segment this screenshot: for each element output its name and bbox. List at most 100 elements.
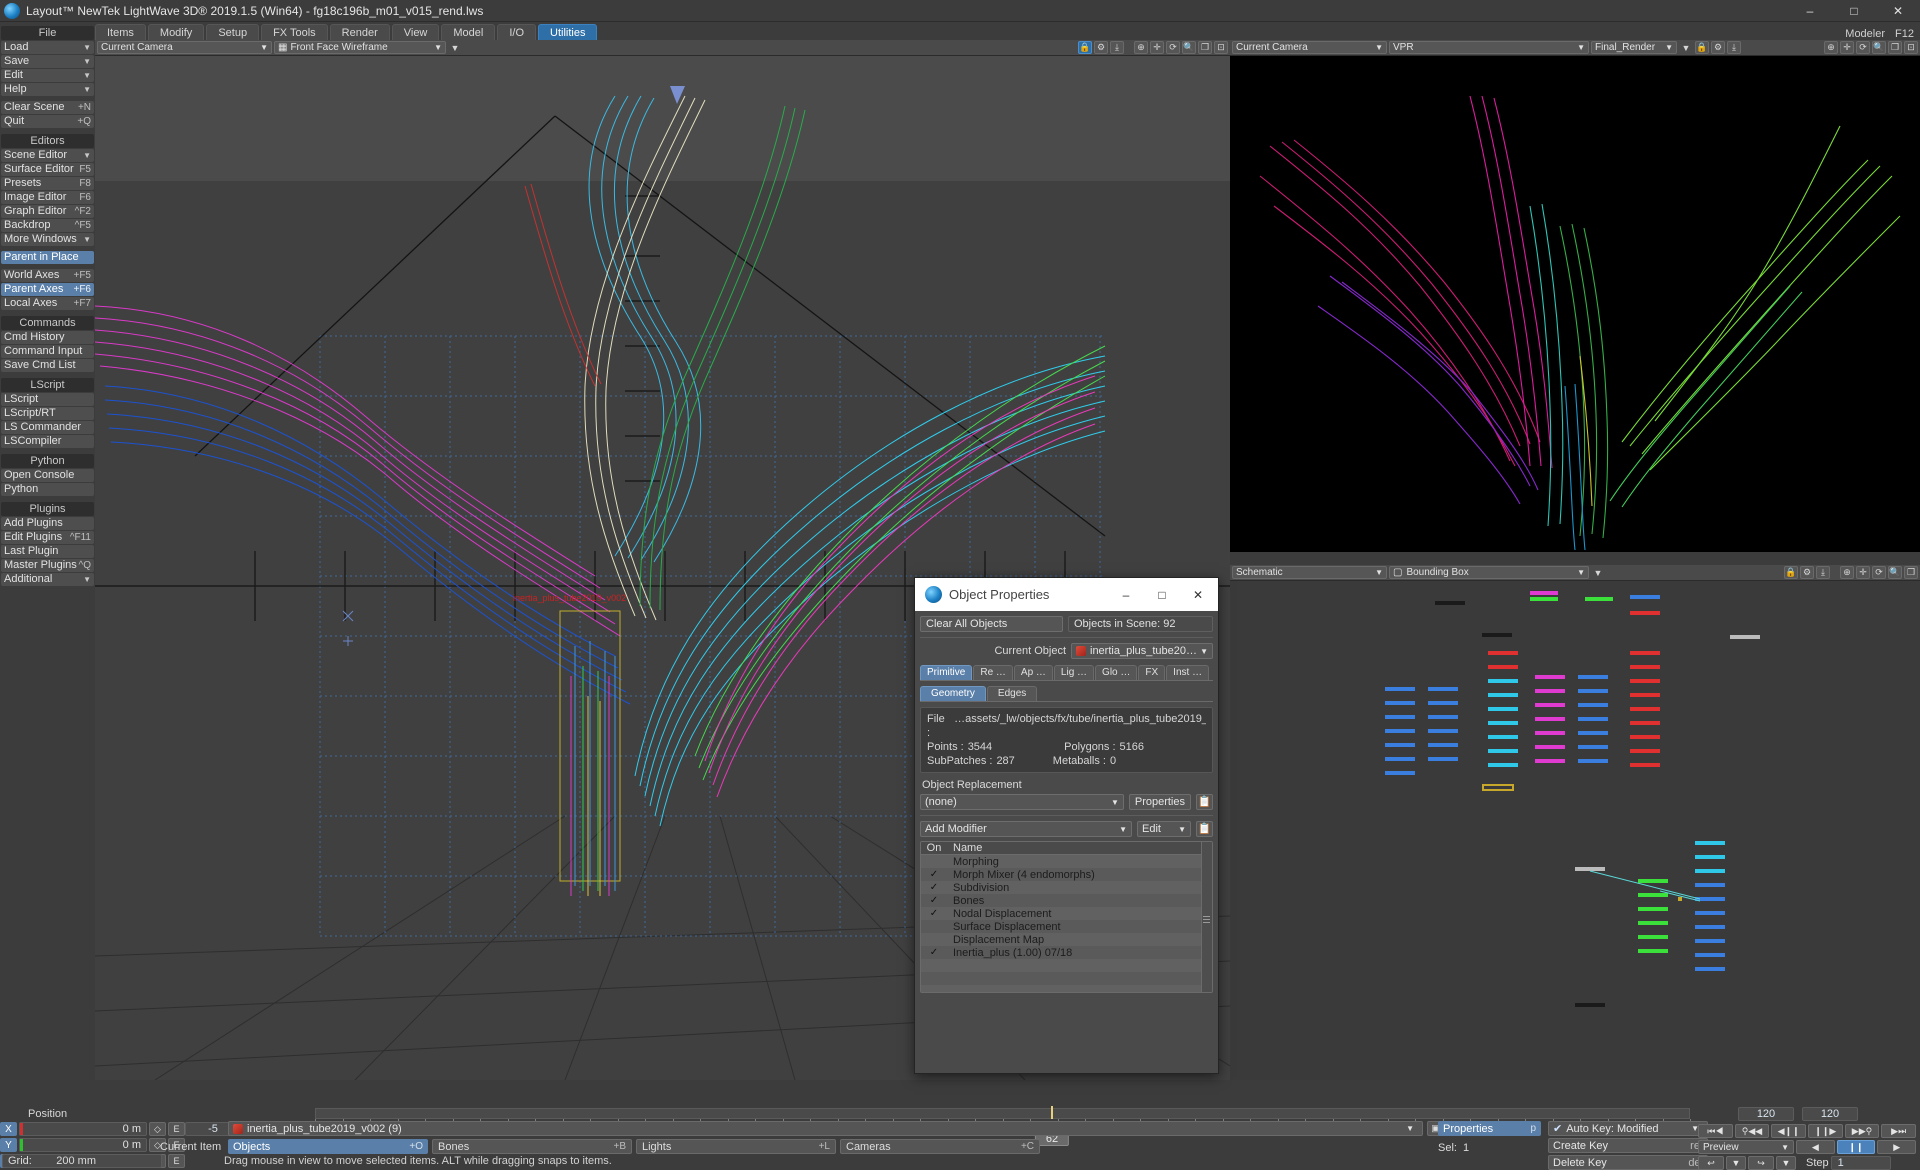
properties-button[interactable]: Properties p — [1438, 1121, 1541, 1136]
sidebar-item-parent-in-place[interactable]: Parent in Place — [1, 251, 94, 264]
selection-tab-bones[interactable]: Bones +B — [432, 1139, 632, 1154]
frame-end-field-1[interactable]: 120 — [1738, 1107, 1794, 1121]
dialog-tab-ap-[interactable]: Ap … — [1013, 665, 1053, 680]
axis-y-value[interactable]: 0 m — [19, 1138, 147, 1152]
redo-chevron-icon[interactable]: ▼ — [1776, 1156, 1796, 1170]
delete-key-button[interactable]: Delete Key del — [1548, 1155, 1708, 1170]
go-to-start-icon[interactable]: ⏮◀ — [1698, 1124, 1733, 1138]
main-viewport-display-select[interactable]: ▦ Front Face Wireframe ▼ — [274, 41, 446, 54]
menu-tab-fx-tools[interactable]: FX Tools — [261, 24, 328, 40]
render-viewport-options-chevron[interactable]: ▼ — [1679, 41, 1693, 54]
schematic-viewport-display-select[interactable]: ▢ Bounding Box ▼ — [1389, 566, 1589, 579]
sidebar-item-graph-editor[interactable]: Graph Editor ^F2 — [1, 205, 94, 218]
add-modifier-select[interactable]: Add Modifier ▼ — [920, 821, 1132, 837]
zoom-view-icon[interactable]: 🔍 — [1888, 566, 1902, 579]
rotate-view-icon[interactable]: ⊕ — [1134, 41, 1148, 54]
zoom-view-icon[interactable]: 🔍 — [1872, 41, 1886, 54]
gear-icon[interactable]: ⚙ — [1711, 41, 1725, 54]
menu-tab-i-o[interactable]: I/O — [497, 24, 537, 40]
rotate-view-icon[interactable]: ⊕ — [1824, 41, 1838, 54]
axis-x-toggle[interactable]: X — [0, 1122, 17, 1136]
scrollbar-grip[interactable] — [1203, 914, 1210, 925]
axis-x-nudge-icon[interactable]: ◇ — [149, 1122, 166, 1136]
sidebar-item-python[interactable]: Python — [1, 483, 94, 496]
sidebar-item-open-console[interactable]: Open Console — [1, 469, 94, 482]
sidebar-item-lscript-rt[interactable]: LScript/RT — [1, 407, 94, 420]
main-viewport-camera-select[interactable]: Current Camera ▼ — [97, 41, 272, 54]
menu-tab-render[interactable]: Render — [329, 24, 390, 40]
dialog-tab-inst-[interactable]: Inst … — [1166, 665, 1210, 680]
table-row[interactable]: ✓ Nodal Displacement — [921, 907, 1212, 920]
modeler-label[interactable]: Modeler — [1845, 28, 1885, 40]
sidebar-item-additional[interactable]: Additional ▼ — [1, 573, 94, 586]
undo-chevron-icon[interactable]: ▼ — [1726, 1156, 1746, 1170]
dialog-subtab-geometry[interactable]: Geometry — [920, 686, 986, 701]
selection-tab-lights[interactable]: Lights +L — [636, 1139, 836, 1154]
pan-view-icon[interactable]: ✛ — [1840, 41, 1854, 54]
prev-key-icon[interactable]: ⚲◀◀ — [1734, 1124, 1770, 1138]
modifier-table-scrollbar[interactable] — [1201, 842, 1212, 992]
clipboard-icon[interactable]: 📋 — [1196, 794, 1213, 810]
step-field[interactable]: 1 — [1830, 1156, 1891, 1170]
create-key-button[interactable]: Create Key ret — [1548, 1138, 1708, 1153]
close-button[interactable]: ✕ — [1876, 0, 1920, 22]
dialog-minimize-button[interactable]: – — [1108, 578, 1144, 611]
orbit-view-icon[interactable]: ⟳ — [1872, 566, 1886, 579]
frame-end-field-2[interactable]: 120 — [1802, 1107, 1858, 1121]
sidebar-item-parent-axes[interactable]: Parent Axes +F6 — [1, 283, 94, 296]
dialog-maximize-button[interactable]: □ — [1144, 578, 1180, 611]
table-row[interactable] — [921, 985, 1212, 992]
redo-icon[interactable]: ↪ — [1748, 1156, 1774, 1170]
selection-tab-cameras[interactable]: Cameras +C — [840, 1139, 1040, 1154]
table-row[interactable]: Displacement Map — [921, 933, 1212, 946]
sidebar-item-help[interactable]: Help ▼ — [1, 83, 94, 96]
timeline-playhead[interactable] — [1051, 1106, 1053, 1119]
lock-icon[interactable]: 🔒 — [1695, 41, 1709, 54]
clipboard-icon[interactable]: 📋 — [1196, 821, 1213, 837]
dialog-tab-lig-[interactable]: Lig … — [1053, 665, 1095, 680]
gear-icon[interactable]: ⚙ — [1094, 41, 1108, 54]
preview-select[interactable]: Preview ▼ — [1698, 1140, 1794, 1154]
menu-tab-model[interactable]: Model — [441, 24, 496, 40]
sidebar-item-master-plugins[interactable]: Master Plugins ^Q — [1, 559, 94, 572]
dialog-tab-primitive[interactable]: Primitive — [920, 665, 973, 680]
dialog-subtab-edges[interactable]: Edges — [986, 686, 1038, 701]
table-row[interactable]: Surface Displacement — [921, 920, 1212, 933]
clear-all-objects-button[interactable]: Clear All Objects — [920, 616, 1063, 632]
table-row[interactable]: ✓ Morph Mixer (4 endomorphs) — [921, 868, 1212, 881]
zoom-view-icon[interactable]: 🔍 — [1182, 41, 1196, 54]
auto-key-select[interactable]: ✔ Auto Key: Modified ▼ — [1548, 1121, 1708, 1136]
current-item-select[interactable]: inertia_plus_tube2019_v002 (9) ▼ — [228, 1121, 1423, 1136]
modifier-enabled-checkbox[interactable]: ✓ — [921, 947, 947, 958]
step-back-icon[interactable]: ◀❙❙ — [1771, 1124, 1807, 1138]
menu-tab-view[interactable]: View — [391, 24, 440, 40]
orbit-view-icon[interactable]: ⟳ — [1166, 41, 1180, 54]
sidebar-item-clear-scene[interactable]: Clear Scene +N — [1, 101, 94, 114]
sidebar-item-lscompiler[interactable]: LSCompiler — [1, 435, 94, 448]
render-viewport-camera-select[interactable]: Current Camera ▼ — [1232, 41, 1387, 54]
modifier-edit-select[interactable]: Edit ▼ — [1137, 821, 1191, 837]
sidebar-item-lscript[interactable]: LScript — [1, 393, 94, 406]
sidebar-item-edit[interactable]: Edit ▼ — [1, 69, 94, 82]
modifier-enabled-checkbox[interactable]: ✓ — [921, 908, 947, 919]
fit-view-icon[interactable]: ⊡ — [1904, 41, 1918, 54]
save-snapshot-icon[interactable]: ⤓ — [1727, 41, 1741, 54]
sidebar-item-save-cmd-list[interactable]: Save Cmd List — [1, 359, 94, 372]
schematic-viewport-view-select[interactable]: Schematic ▼ — [1232, 566, 1387, 579]
sidebar-item-save[interactable]: Save ▼ — [1, 55, 94, 68]
pause-button[interactable]: ❙❙ — [1836, 1140, 1876, 1154]
menu-tab-utilities[interactable]: Utilities — [538, 24, 598, 40]
sidebar-item-command-input[interactable]: Command Input — [1, 345, 94, 358]
main-viewport-options-chevron[interactable]: ▼ — [448, 41, 462, 54]
fit-view-icon[interactable]: ⊡ — [1214, 41, 1228, 54]
render-viewport-preset-select[interactable]: Final_Render ▼ — [1591, 41, 1677, 54]
maximize-view-icon[interactable]: ❐ — [1904, 566, 1918, 579]
render-viewport-mode-select[interactable]: VPR ▼ — [1389, 41, 1589, 54]
lock-icon[interactable]: 🔒 — [1078, 41, 1092, 54]
table-row[interactable]: ✓ Bones — [921, 894, 1212, 907]
modifier-enabled-checkbox[interactable]: ✓ — [921, 882, 947, 893]
sidebar-item-world-axes[interactable]: World Axes +F5 — [1, 269, 94, 282]
replacement-properties-button[interactable]: Properties — [1128, 794, 1191, 810]
object-properties-dialog[interactable]: Object Properties – □ ✕ Clear All Object… — [914, 577, 1219, 1074]
lock-icon[interactable]: 🔒 — [1784, 566, 1798, 579]
